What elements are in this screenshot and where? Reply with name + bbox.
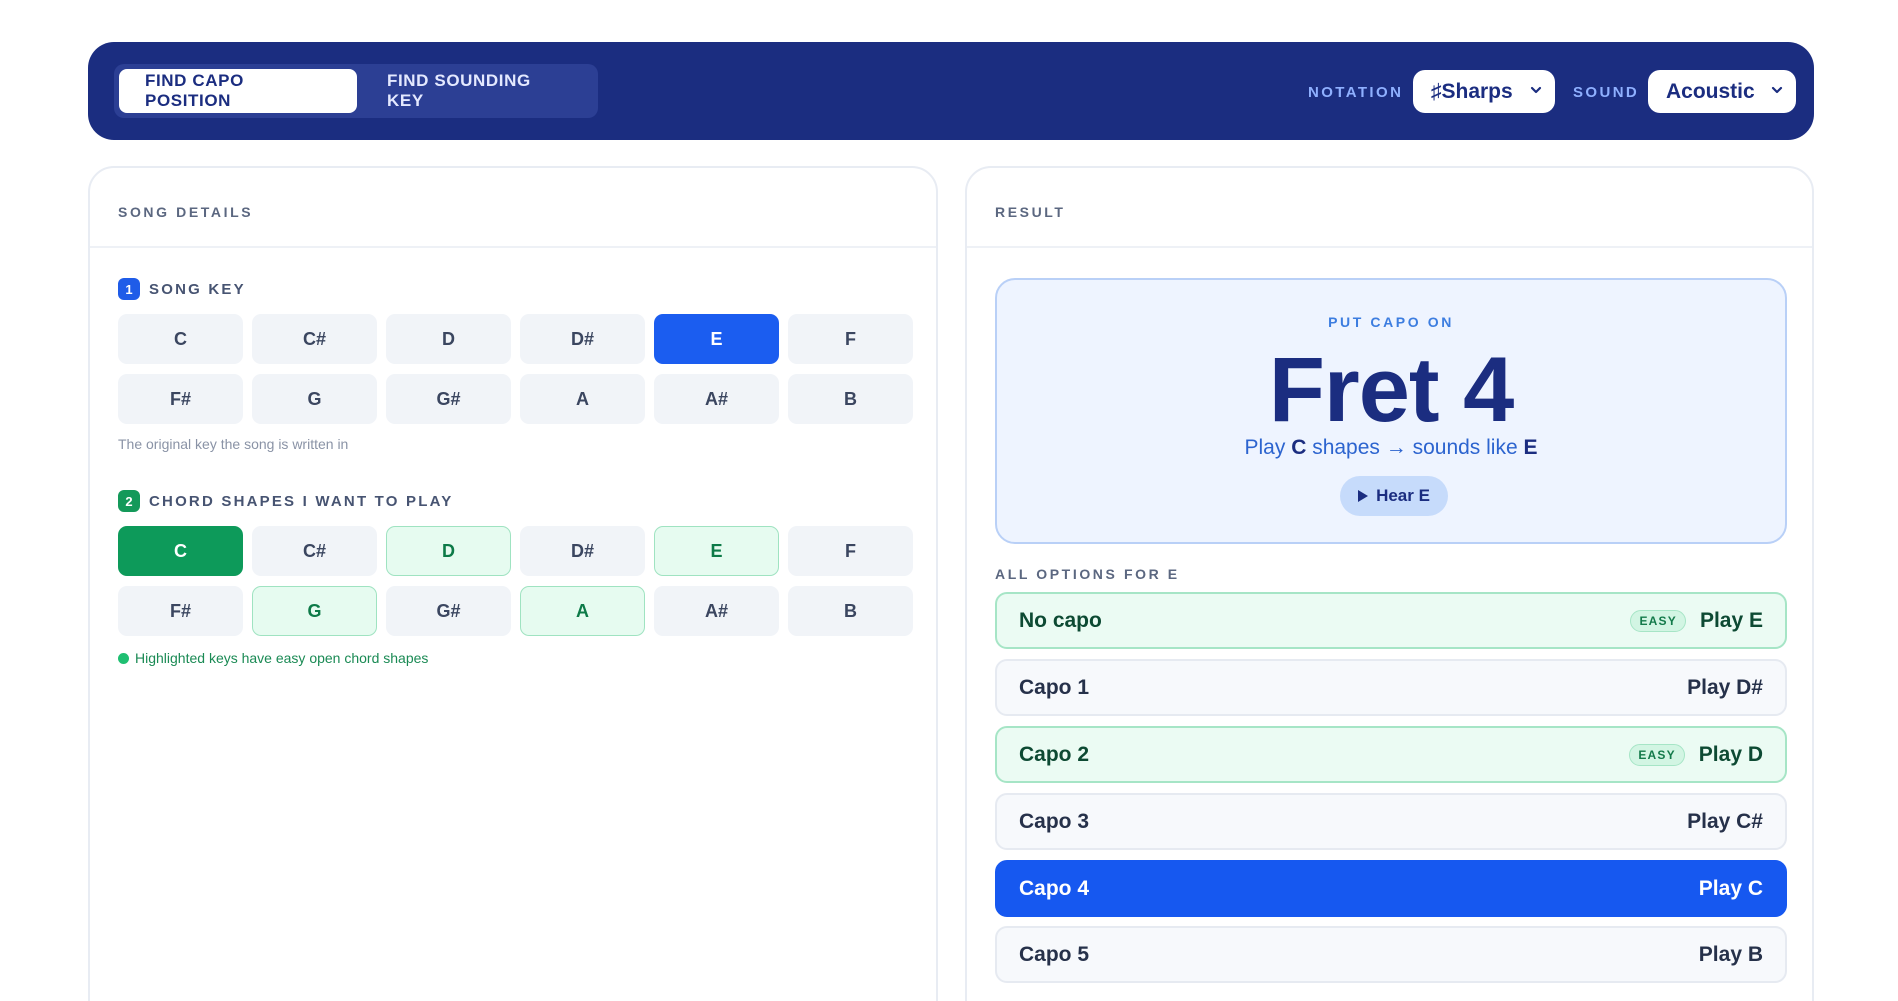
- song-key-grid: C C# D D# E F F# G G# A A# B: [118, 314, 913, 424]
- result-title: RESULT: [995, 204, 1066, 220]
- step-badge: 2: [118, 490, 140, 512]
- capo-option-play: Play D: [1698, 742, 1763, 766]
- chord-shape-button[interactable]: C#: [252, 526, 377, 576]
- mode-tabs: FIND CAPO POSITION FIND SOUNDING KEY: [114, 64, 598, 118]
- easy-badge: EASY: [1629, 743, 1685, 766]
- song-details-panel: SONG DETAILS 1 SONG KEY C C# D D# E F F# G G# A A#…: [88, 166, 938, 1001]
- chord-shape-button[interactable]: F: [788, 526, 913, 576]
- chord-shape-button[interactable]: D#: [520, 526, 645, 576]
- capo-result-card: PUT CAPO ON Fret 4 Play C shapes → sound…: [995, 278, 1787, 544]
- play-icon: [1358, 490, 1369, 502]
- capo-option-row[interactable]: No capo EASY Play E: [995, 592, 1787, 649]
- song-key-button[interactable]: D#: [520, 314, 645, 364]
- tab-find-sounding-key[interactable]: FIND SOUNDING KEY: [361, 69, 593, 113]
- panel-header: SONG DETAILS: [90, 168, 936, 248]
- song-key-button[interactable]: G#: [386, 374, 511, 424]
- song-details-title: SONG DETAILS: [118, 204, 254, 220]
- song-key-label: SONG KEY: [149, 280, 246, 298]
- chord-shapes-label: CHORD SHAPES I WANT TO PLAY: [149, 492, 454, 510]
- song-key-button[interactable]: C: [118, 314, 243, 364]
- chord-shape-button[interactable]: C: [118, 526, 243, 576]
- play-prefix: Play: [1244, 436, 1286, 459]
- song-key-button[interactable]: G: [252, 374, 377, 424]
- hear-button-label: Hear E: [1376, 486, 1430, 505]
- fret-value: Fret 4: [1268, 339, 1515, 441]
- sound-label: SOUND: [1573, 84, 1640, 101]
- hear-button[interactable]: Hear E: [1340, 476, 1448, 516]
- sound-select-value: Acoustic: [1666, 79, 1755, 103]
- capo-option-name: Capo 4: [1019, 876, 1090, 900]
- tab-find-capo-position[interactable]: FIND CAPO POSITION: [119, 69, 357, 113]
- song-key-hint: The original key the song is written in: [118, 436, 349, 452]
- capo-option-play: Play E: [1699, 608, 1763, 632]
- song-key-button[interactable]: E: [654, 314, 779, 364]
- capo-option-play: Play C: [1698, 876, 1763, 900]
- notation-select[interactable]: ♯Sharps: [1413, 70, 1555, 113]
- capo-option-play: Play B: [1698, 942, 1763, 966]
- song-key-heading: 1 SONG KEY: [118, 278, 246, 300]
- chevron-down-icon: [1530, 86, 1542, 94]
- song-key-button[interactable]: A#: [654, 374, 779, 424]
- chord-shape-button[interactable]: D: [386, 526, 511, 576]
- capo-option-name: No capo: [1019, 608, 1102, 632]
- easy-hint-text: Highlighted keys have easy open chord sh…: [135, 650, 429, 666]
- song-key-button[interactable]: F: [788, 314, 913, 364]
- capo-option-row[interactable]: Capo 4 Play C: [995, 860, 1787, 917]
- chord-shapes-grid: C C# D D# E F F# G G# A A# B: [118, 526, 913, 636]
- capo-option-name: Capo 2: [1019, 742, 1090, 766]
- chord-shape-button[interactable]: F#: [118, 586, 243, 636]
- chord-shape-button[interactable]: E: [654, 526, 779, 576]
- chord-shape-button[interactable]: A: [520, 586, 645, 636]
- notation-select-value: ♯Sharps: [1431, 79, 1513, 103]
- play-middle: shapes → sounds like: [1312, 436, 1518, 459]
- capo-option-play: Play D#: [1687, 675, 1763, 699]
- capo-option-name: Capo 5: [1019, 942, 1090, 966]
- play-summary: Play C shapes → sounds like E: [997, 436, 1785, 460]
- song-key-button[interactable]: D: [386, 314, 511, 364]
- capo-option-row[interactable]: Capo 5 Play B: [995, 926, 1787, 983]
- capo-option-row[interactable]: Capo 1 Play D#: [995, 659, 1787, 716]
- easy-hint: Highlighted keys have easy open chord sh…: [118, 650, 428, 666]
- capo-option-row[interactable]: Capo 3 Play C#: [995, 793, 1787, 850]
- chord-shape-button[interactable]: B: [788, 586, 913, 636]
- green-dot-icon: [118, 652, 129, 664]
- song-key-button[interactable]: B: [788, 374, 913, 424]
- chord-shapes-heading: 2 CHORD SHAPES I WANT TO PLAY: [118, 490, 453, 512]
- easy-badge: EASY: [1630, 609, 1686, 632]
- song-key-button[interactable]: C#: [252, 314, 377, 364]
- result-panel: RESULT PUT CAPO ON Fret 4 Play C shapes …: [965, 166, 1814, 1001]
- capo-option-name: Capo 3: [1019, 809, 1090, 833]
- play-shape: C: [1291, 436, 1307, 459]
- chord-shape-button[interactable]: G: [252, 586, 377, 636]
- capo-option-name: Capo 1: [1019, 675, 1090, 699]
- put-capo-label: PUT CAPO ON: [1328, 314, 1454, 330]
- song-key-button[interactable]: F#: [118, 374, 243, 424]
- panel-header: RESULT: [967, 168, 1812, 248]
- capo-option-row[interactable]: Capo 2 EASY Play D: [995, 726, 1787, 783]
- chevron-down-icon: [1771, 86, 1783, 94]
- chord-shape-button[interactable]: A#: [654, 586, 779, 636]
- song-key-button[interactable]: A: [520, 374, 645, 424]
- sounds-like-key: E: [1523, 436, 1538, 459]
- notation-label: NOTATION: [1308, 84, 1404, 101]
- capo-option-play: Play C#: [1687, 809, 1763, 833]
- top-toolbar: FIND CAPO POSITION FIND SOUNDING KEY NOT…: [88, 42, 1814, 140]
- all-options-label: ALL OPTIONS FOR E: [995, 566, 1180, 582]
- sound-select[interactable]: Acoustic: [1648, 70, 1796, 113]
- step-badge: 1: [118, 278, 140, 300]
- chord-shape-button[interactable]: G#: [386, 586, 511, 636]
